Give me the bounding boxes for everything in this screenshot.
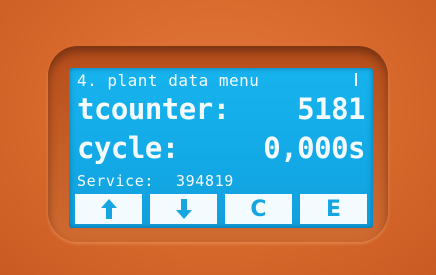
tcounter-row: tcounter: 5181 [77,92,365,126]
service-row: Service: 394819 [77,172,365,190]
service-label: Service: [77,172,155,190]
service-value: 394819 [176,172,234,190]
cursor-indicator [355,73,357,86]
cycle-row: cycle: 0,000s [77,131,365,165]
tcounter-label: tcounter: [77,92,230,126]
lcd-screen: 4. plant data menu tcounter: 5181 cycle:… [69,68,373,228]
softkey-bar: C E [75,194,367,224]
menu-title: 4. plant data menu [77,71,260,90]
cycle-label: cycle: [77,131,179,165]
cycle-value: 0,000s [263,131,365,165]
arrow-down-icon [175,199,192,219]
clear-button[interactable]: C [225,194,292,224]
down-button[interactable] [150,194,217,224]
menu-title-row: 4. plant data menu [77,71,365,90]
tcounter-value: 5181 [297,92,365,126]
enter-button[interactable]: E [300,194,367,224]
up-button[interactable] [75,194,142,224]
arrow-up-icon [100,199,117,219]
